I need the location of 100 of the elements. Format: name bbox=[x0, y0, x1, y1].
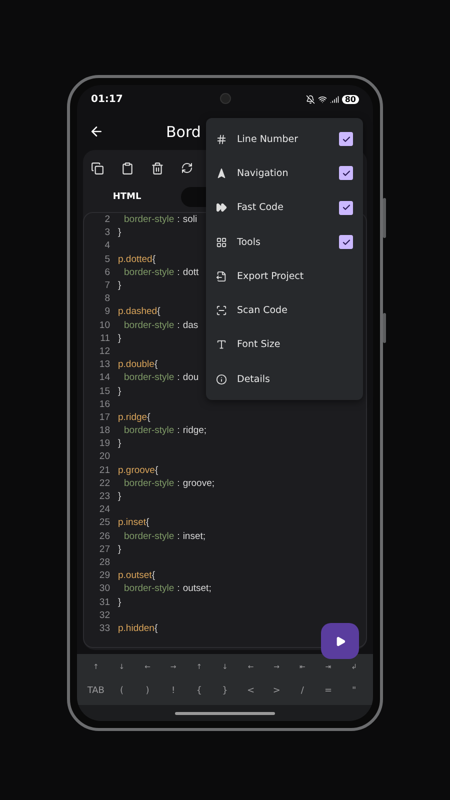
menu-item[interactable]: Export Project bbox=[206, 259, 363, 294]
line-number: 17 bbox=[98, 412, 111, 423]
line-number: 8 bbox=[104, 293, 111, 304]
line-number: 4 bbox=[104, 240, 111, 252]
code-brace: } bbox=[118, 596, 122, 608]
key[interactable]: > bbox=[264, 686, 290, 696]
play-icon bbox=[334, 636, 346, 646]
code-colon: : bbox=[177, 214, 180, 226]
check-icon bbox=[342, 238, 350, 247]
status-time: 01:17 bbox=[91, 94, 123, 104]
line-number: 13 bbox=[98, 359, 111, 370]
menu-item[interactable]: Line Number bbox=[206, 122, 363, 156]
replace-icon[interactable] bbox=[181, 162, 193, 174]
menu-item[interactable]: Navigation bbox=[206, 156, 363, 191]
line-number: 21 bbox=[98, 464, 111, 476]
battery-level: 80 bbox=[342, 94, 359, 104]
code-value: das bbox=[182, 320, 198, 331]
code-brace: } bbox=[118, 227, 122, 238]
key[interactable]: < bbox=[238, 686, 264, 696]
line-number: 11 bbox=[99, 332, 111, 344]
code-value: ridge; bbox=[182, 425, 207, 436]
code-brace: } bbox=[118, 280, 122, 292]
code-brace: { bbox=[154, 464, 158, 476]
key[interactable]: TAB bbox=[83, 686, 109, 696]
code-selector: p.groove bbox=[118, 464, 155, 476]
camera-icon bbox=[220, 93, 231, 104]
fast-forward-icon bbox=[216, 202, 227, 214]
key[interactable]: " bbox=[341, 686, 367, 696]
code-colon: : bbox=[177, 583, 180, 594]
info-icon bbox=[216, 374, 227, 385]
code-value: outset; bbox=[182, 583, 212, 594]
code-value: dou bbox=[182, 372, 199, 384]
code-brace: { bbox=[146, 517, 150, 528]
menu-item[interactable]: Details bbox=[206, 362, 363, 396]
line-number: 24 bbox=[98, 504, 111, 516]
checkbox[interactable] bbox=[339, 132, 353, 146]
code-colon: : bbox=[177, 372, 180, 384]
line-number: 5 bbox=[104, 254, 111, 265]
line-number: 23 bbox=[98, 491, 111, 502]
line-number: 2 bbox=[104, 214, 111, 226]
key[interactable]: ( bbox=[108, 686, 135, 696]
checkbox[interactable] bbox=[339, 166, 353, 180]
code-property: border-style bbox=[124, 530, 174, 542]
hash-icon bbox=[216, 134, 227, 145]
copy-icon[interactable] bbox=[91, 162, 104, 174]
triangle-icon bbox=[216, 168, 227, 179]
code-property: border-style bbox=[124, 214, 174, 226]
key[interactable]: ) bbox=[134, 686, 160, 696]
line-number: 20 bbox=[98, 451, 111, 462]
code-colon: : bbox=[177, 425, 180, 436]
checkbox[interactable] bbox=[339, 235, 353, 250]
check-icon bbox=[342, 134, 350, 144]
code-selector: p.hidden bbox=[118, 622, 154, 634]
key[interactable]: ! bbox=[160, 686, 186, 696]
code-brace: { bbox=[147, 412, 150, 423]
code-brace: { bbox=[154, 622, 158, 634]
key[interactable]: / bbox=[290, 686, 316, 696]
menu-item[interactable]: Font Size bbox=[206, 328, 363, 362]
delete-icon[interactable] bbox=[151, 162, 164, 174]
code-selector: p.dashed bbox=[118, 306, 158, 318]
menu-label: Scan Code bbox=[237, 305, 288, 316]
home-handle[interactable] bbox=[175, 712, 275, 714]
tab[interactable]: HTML bbox=[91, 187, 163, 207]
code-value: inset; bbox=[182, 530, 206, 542]
key[interactable]: } bbox=[212, 686, 238, 696]
code-brace: } bbox=[118, 332, 122, 344]
code-selector: p.outset bbox=[118, 570, 152, 582]
menu-item[interactable]: Scan Code bbox=[206, 293, 363, 328]
line-number: 22 bbox=[98, 478, 111, 489]
back-icon[interactable] bbox=[89, 124, 104, 139]
app-title: Bord bbox=[166, 122, 201, 140]
file-icon bbox=[216, 270, 227, 282]
checkbox[interactable] bbox=[339, 200, 353, 215]
line-number: 26 bbox=[98, 530, 111, 542]
menu-label: Export Project bbox=[237, 270, 305, 282]
menu-label: Navigation bbox=[237, 168, 290, 179]
menu-item[interactable]: Fast Code bbox=[206, 190, 363, 225]
key[interactable]: { bbox=[186, 686, 212, 696]
check-icon bbox=[342, 168, 350, 178]
code-brace: } bbox=[118, 544, 122, 555]
line-number: 27 bbox=[98, 544, 111, 555]
run-button[interactable] bbox=[321, 623, 359, 659]
code-value: soli bbox=[182, 214, 198, 226]
code-property: border-style bbox=[124, 425, 174, 436]
clipboard-icon[interactable] bbox=[121, 162, 134, 174]
code-property: border-style bbox=[124, 320, 174, 331]
code-selector: p.double bbox=[118, 359, 154, 370]
code-selector: p.dotted bbox=[118, 254, 152, 265]
menu-label: Line Number bbox=[237, 134, 299, 145]
code-brace: { bbox=[152, 254, 156, 265]
code-brace: } bbox=[118, 438, 122, 450]
line-number: 32 bbox=[98, 610, 111, 621]
line-number: 29 bbox=[98, 570, 111, 582]
code-brace: { bbox=[154, 359, 158, 370]
menu-label: Font Size bbox=[237, 339, 282, 350]
key[interactable]: = bbox=[315, 686, 342, 696]
menu-item[interactable]: Tools bbox=[206, 224, 363, 260]
line-number: 18 bbox=[98, 425, 111, 436]
code-brace: } bbox=[118, 386, 122, 397]
menu-label: Fast Code bbox=[237, 202, 284, 214]
